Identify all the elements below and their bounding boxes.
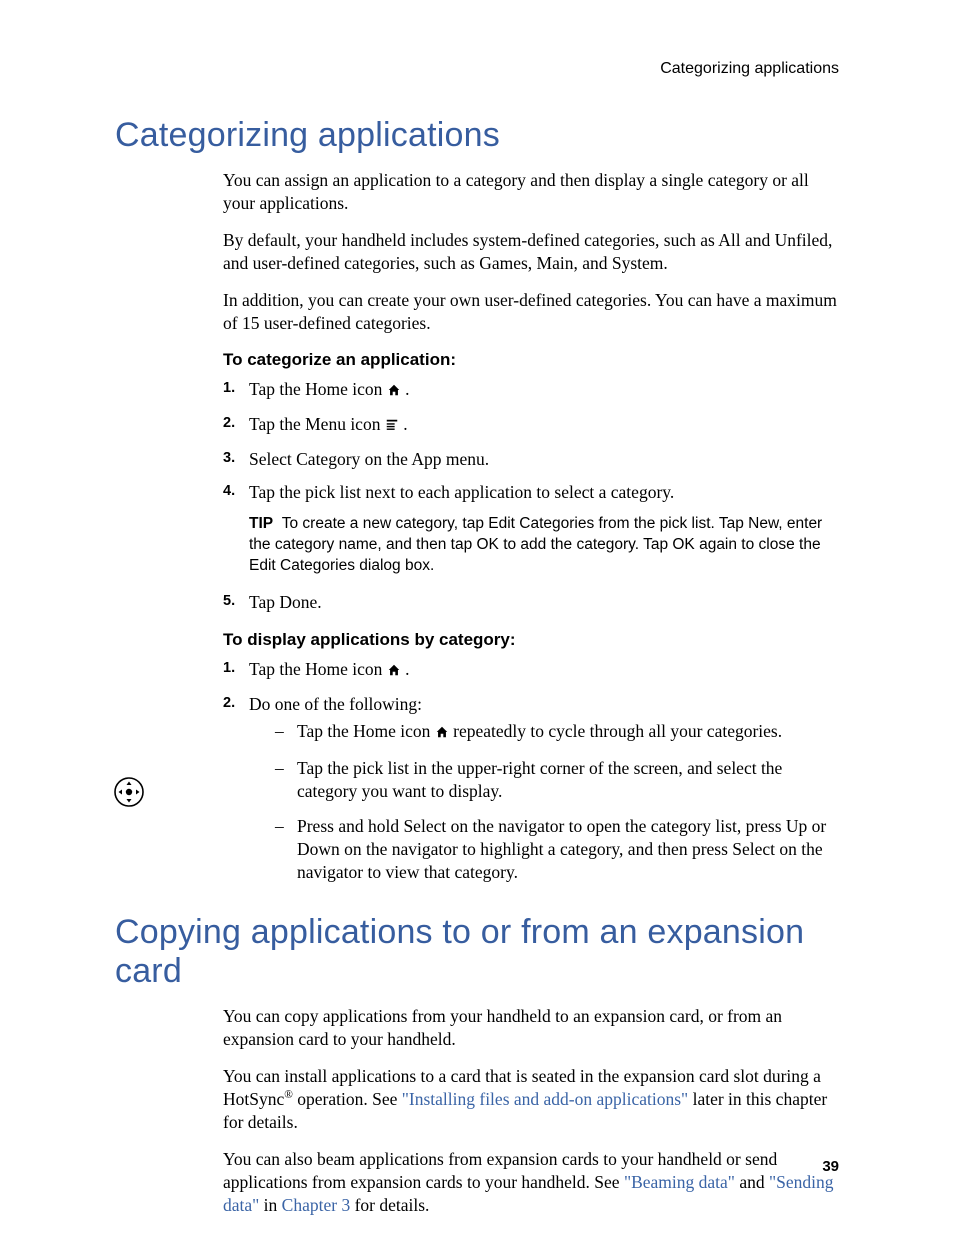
procedure-steps-cont: 5. Tap Done. xyxy=(223,591,839,614)
list-item: Press and hold Select on the navigator t… xyxy=(275,815,839,884)
para: You can copy applications from your hand… xyxy=(223,1005,839,1051)
registered-mark: ® xyxy=(284,1089,293,1101)
home-icon xyxy=(387,380,401,403)
step-marker: 3. xyxy=(223,449,235,468)
step: 3. Select Category on the App menu. xyxy=(223,448,839,471)
link-chapter-3[interactable]: Chapter 3 xyxy=(282,1195,351,1215)
link-beaming-data[interactable]: "Beaming data" xyxy=(624,1172,735,1192)
step-marker: 2. xyxy=(223,694,235,713)
dash-list: Tap the Home icon repeatedly to cycle th… xyxy=(275,720,839,885)
step-text: Do one of the following: xyxy=(249,694,422,714)
list-item: Tap the pick list in the upper-right cor… xyxy=(275,757,839,803)
step-text: Select Category on the App menu. xyxy=(249,449,489,469)
procedure-title: To categorize an application: xyxy=(223,350,839,370)
navigator-icon xyxy=(112,775,146,809)
text-run: Tap the Menu icon xyxy=(249,414,385,434)
step-text: Tap Done. xyxy=(249,592,322,612)
step-marker: 1. xyxy=(223,379,235,398)
para: You can install applications to a card t… xyxy=(223,1065,839,1134)
tip-text: To create a new category, tap Edit Categ… xyxy=(249,515,822,574)
step-text: Tap the Home icon . xyxy=(249,659,410,679)
tip-block: TIP To create a new category, tap Edit C… xyxy=(223,514,839,577)
step-marker: 5. xyxy=(223,592,235,611)
step: 2. Do one of the following: Tap the Home… xyxy=(223,693,839,885)
page-number: 39 xyxy=(822,1158,839,1175)
step: 5. Tap Done. xyxy=(223,591,839,614)
para: In addition, you can create your own use… xyxy=(223,289,839,335)
text-run: Tap the Home icon xyxy=(249,659,387,679)
para: You can assign an application to a categ… xyxy=(223,169,839,215)
step-marker: 2. xyxy=(223,414,235,433)
procedure-title: To display applications by category: xyxy=(223,630,839,650)
text-run: in xyxy=(259,1195,281,1215)
step-text: Tap the Home icon . xyxy=(249,379,410,399)
step: 1. Tap the Home icon . xyxy=(223,378,839,403)
text-run: repeatedly to cycle through all your cat… xyxy=(453,721,782,741)
text-run: for details. xyxy=(350,1195,429,1215)
list-item: Tap the Home icon repeatedly to cycle th… xyxy=(275,720,839,745)
text-run: . xyxy=(405,659,409,679)
section1-body: You can assign an application to a categ… xyxy=(223,169,839,885)
step: 2. Tap the Menu icon . xyxy=(223,413,839,438)
text-run: Tap the Home icon xyxy=(249,379,387,399)
link-installing-files[interactable]: "Installing files and add-on application… xyxy=(402,1089,688,1109)
home-icon xyxy=(435,722,449,745)
step-marker: 4. xyxy=(223,482,235,501)
para: You can also beam applications from expa… xyxy=(223,1148,839,1217)
procedure-steps: 1. Tap the Home icon . 2. Tap the Menu i… xyxy=(223,378,839,504)
menu-icon xyxy=(385,415,399,438)
text-run: . xyxy=(405,379,409,399)
text-run: operation. See xyxy=(293,1089,402,1109)
running-header: Categorizing applications xyxy=(115,60,839,78)
section2-body: You can copy applications from your hand… xyxy=(223,1005,839,1218)
text-run: and xyxy=(735,1172,769,1192)
step: 4. Tap the pick list next to each applic… xyxy=(223,481,839,504)
home-icon xyxy=(387,660,401,683)
text-run: Tap the Home icon xyxy=(297,721,435,741)
para: By default, your handheld includes syste… xyxy=(223,229,839,275)
text-run: . xyxy=(403,414,407,434)
section-title-categorizing: Categorizing applications xyxy=(115,116,839,155)
step: 1. Tap the Home icon . xyxy=(223,658,839,683)
document-page: Categorizing applications Categorizing a… xyxy=(0,0,954,1235)
procedure2-steps: 1. Tap the Home icon . 2. Do one of the … xyxy=(223,658,839,885)
step-text: Tap the pick list next to each applicati… xyxy=(249,482,674,502)
section-title-copying: Copying applications to or from an expan… xyxy=(115,913,839,991)
step-marker: 1. xyxy=(223,659,235,678)
step-text: Tap the Menu icon . xyxy=(249,414,408,434)
tip-label: TIP xyxy=(249,515,273,532)
